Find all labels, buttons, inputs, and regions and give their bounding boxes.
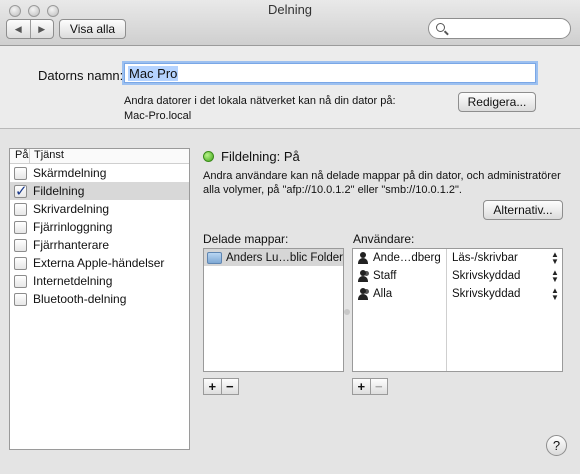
service-checkbox[interactable]: [14, 256, 27, 270]
window-title: Delning: [267, 2, 313, 17]
lower-panel: På Tjänst Skärmdelning Fildelning Skriva…: [0, 128, 580, 474]
service-label: Externa Apple-händelser: [33, 256, 165, 270]
service-row-remote-management[interactable]: Fjärrhanterare: [10, 236, 189, 254]
service-checkbox[interactable]: [14, 182, 28, 200]
folder-icon: [207, 251, 222, 264]
shared-folder-name: Anders Lu…blic Folder: [226, 251, 343, 264]
service-label: Bluetooth-delning: [33, 292, 127, 306]
user-name: Staff: [373, 270, 397, 282]
user-row[interactable]: Staff Skrivskyddad ▲ ▼: [353, 267, 562, 285]
shared-folders-label: Delade mappar:: [203, 232, 289, 246]
permission-popup[interactable]: Skrivskyddad: [446, 288, 548, 300]
column-header-on[interactable]: På: [10, 149, 30, 163]
popup-arrows-icon[interactable]: ▲ ▼: [548, 287, 562, 302]
service-row-bluetooth-sharing[interactable]: Bluetooth-delning: [10, 290, 189, 308]
service-label: Fildelning: [33, 184, 85, 198]
service-label: Skrivardelning: [33, 202, 110, 216]
split-view-handle[interactable]: [344, 309, 350, 315]
service-row-printer-sharing[interactable]: Skrivardelning: [10, 200, 189, 218]
service-list-header: På Tjänst: [10, 149, 189, 164]
user-name-cell: Alla: [353, 288, 446, 300]
service-checkbox[interactable]: [14, 220, 27, 234]
service-label: Internetdelning: [33, 274, 113, 288]
computer-name-label: Datorns namn:: [38, 68, 124, 83]
group-icon: [357, 270, 370, 282]
status-description: Andra användare kan nå delade mappar på …: [203, 170, 561, 196]
navigation-buttons: ◀ ▶: [6, 19, 54, 39]
group-icon: [357, 288, 370, 300]
service-checkbox[interactable]: [14, 238, 27, 252]
show-all-button[interactable]: Visa alla: [59, 19, 126, 39]
add-user-button[interactable]: +: [353, 379, 370, 394]
local-hostname: Mac-Pro.local: [124, 110, 192, 122]
service-checkbox[interactable]: [14, 274, 27, 288]
service-label: Skärmdelning: [33, 166, 107, 180]
computer-name-description: Andra datorer i det lokala nätverket kan…: [124, 94, 414, 124]
add-folder-button[interactable]: +: [204, 379, 221, 394]
users-add-remove: + −: [352, 378, 388, 395]
user-name-cell: Staff: [353, 270, 446, 282]
shared-folders-add-remove: + −: [203, 378, 239, 395]
toolbar: Delning ◀ ▶ Visa alla: [0, 0, 580, 46]
search-field[interactable]: [428, 18, 571, 39]
arrow-down-icon: ▼: [551, 257, 559, 266]
users-list: Ande…dberg Läs-/skrivbar ▲ ▼ Staff Skriv…: [352, 248, 563, 372]
users-label: Användare:: [353, 232, 415, 246]
user-name: Ande…dberg: [373, 252, 441, 264]
service-label: Fjärrhanterare: [33, 238, 110, 252]
arrow-down-icon: ▼: [551, 275, 559, 284]
back-button[interactable]: ◀: [7, 20, 30, 38]
service-checkbox[interactable]: [14, 292, 27, 306]
popup-arrows-icon[interactable]: ▲ ▼: [548, 251, 562, 266]
user-name-cell: Ande…dberg: [353, 252, 446, 264]
help-button[interactable]: ?: [546, 435, 567, 456]
service-list: På Tjänst Skärmdelning Fildelning Skriva…: [9, 148, 190, 450]
user-row[interactable]: Alla Skrivskyddad ▲ ▼: [353, 285, 562, 303]
options-button[interactable]: Alternativ...: [483, 200, 563, 220]
computer-name-input[interactable]: Mac Pro: [124, 63, 536, 83]
permission-popup[interactable]: Läs-/skrivbar: [446, 252, 548, 264]
permission-popup[interactable]: Skrivskyddad: [446, 270, 548, 282]
description-line-1: Andra datorer i det lokala nätverket kan…: [124, 95, 396, 107]
service-row-screen-sharing[interactable]: Skärmdelning: [10, 164, 189, 182]
back-arrow-icon: ◀: [14, 23, 22, 34]
service-checkbox[interactable]: [14, 166, 27, 180]
user-icon: [357, 252, 370, 264]
sharing-preferences-window: Delning ◀ ▶ Visa alla Datorns namn: Mac …: [0, 0, 580, 474]
arrow-down-icon: ▼: [551, 293, 559, 302]
shared-folder-row[interactable]: Anders Lu…blic Folder: [204, 249, 343, 266]
user-row[interactable]: Ande…dberg Läs-/skrivbar ▲ ▼: [353, 249, 562, 267]
computer-name-value: Mac Pro: [128, 66, 179, 81]
status-indicator-icon: [203, 151, 214, 162]
service-row-internet-sharing[interactable]: Internetdelning: [10, 272, 189, 290]
remove-user-button[interactable]: −: [369, 379, 388, 394]
forward-arrow-icon: ▶: [38, 23, 46, 34]
user-name: Alla: [373, 288, 393, 300]
service-row-remote-login[interactable]: Fjärrinloggning: [10, 218, 189, 236]
forward-button[interactable]: ▶: [29, 20, 54, 38]
status-title: Fildelning: På: [221, 149, 300, 164]
search-icon: [436, 23, 445, 32]
service-row-file-sharing[interactable]: Fildelning: [10, 182, 189, 200]
service-rows: Skärmdelning Fildelning Skrivardelning F…: [10, 164, 189, 308]
edit-button[interactable]: Redigera...: [458, 92, 536, 112]
service-label: Fjärrinloggning: [33, 220, 113, 234]
service-row-remote-apple-events[interactable]: Externa Apple-händelser: [10, 254, 189, 272]
service-checkbox[interactable]: [14, 202, 27, 216]
popup-arrows-icon[interactable]: ▲ ▼: [548, 269, 562, 284]
remove-folder-button[interactable]: −: [220, 379, 239, 394]
shared-folders-list: Anders Lu…blic Folder: [203, 248, 344, 372]
column-header-service[interactable]: Tjänst: [30, 149, 64, 163]
